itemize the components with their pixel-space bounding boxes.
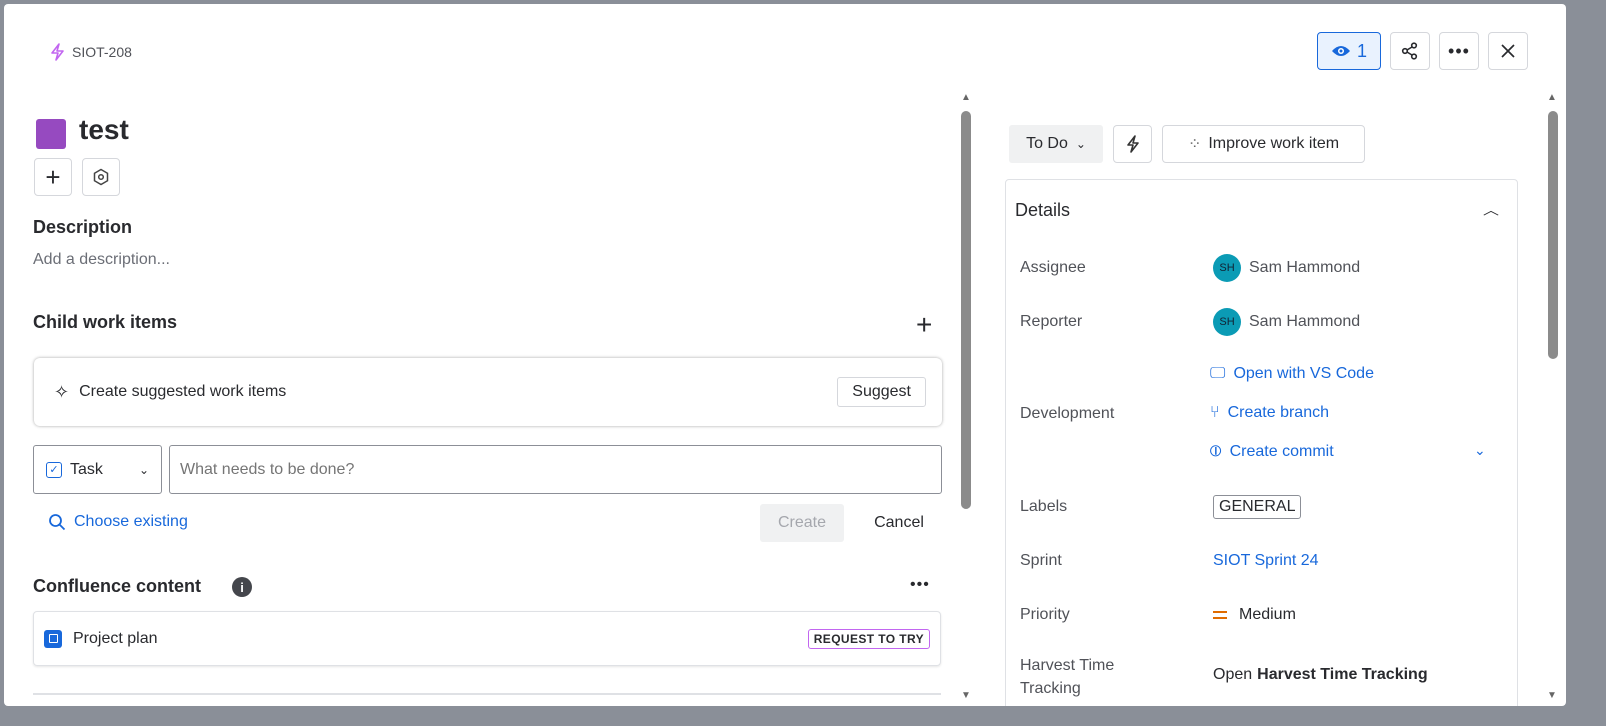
- scroll-up-arrow[interactable]: ▲: [961, 92, 971, 103]
- status-value: To Do: [1026, 135, 1068, 152]
- chevron-down-icon[interactable]: ⌄: [1474, 442, 1486, 459]
- chevron-down-icon: ⌄: [1075, 137, 1086, 151]
- sprint-label: Sprint: [1020, 552, 1062, 569]
- suggest-button[interactable]: Suggest: [837, 377, 926, 407]
- commit-label: Create commit: [1229, 443, 1334, 460]
- plus-icon: +: [916, 309, 933, 340]
- divider: [33, 693, 941, 695]
- improve-work-item-button[interactable]: ⁘ Improve work item: [1162, 125, 1365, 163]
- development-label: Development: [1020, 405, 1115, 422]
- branch-label: Create branch: [1227, 404, 1329, 421]
- create-commit-link[interactable]: ⦶ Create commit: [1210, 443, 1334, 461]
- issue-type-icon[interactable]: [36, 119, 66, 149]
- confluence-heading: Confluence content: [33, 576, 202, 596]
- left-scrollbar-thumb[interactable]: [961, 111, 971, 509]
- scroll-down-arrow[interactable]: ▼: [1547, 690, 1557, 701]
- work-item-modal: SIOT-208 1 ••• test + Description Add a …: [4, 4, 1566, 706]
- reporter-name: Sam Hammond: [1249, 313, 1361, 330]
- assignee-name: Sam Hammond: [1249, 259, 1361, 276]
- sprint-link[interactable]: SIOT Sprint 24: [1213, 552, 1319, 570]
- work-type-select[interactable]: ✓ Task ⌄: [33, 445, 162, 494]
- page-icon: [44, 629, 62, 648]
- suggest-panel: ✧ Create suggested work items Suggest: [34, 358, 942, 426]
- search-icon: [49, 514, 66, 531]
- more-actions-button[interactable]: •••: [1439, 32, 1479, 70]
- harvest-link[interactable]: Open Harvest Time Tracking: [1213, 666, 1428, 684]
- info-icon[interactable]: i: [232, 577, 252, 597]
- plus-icon: +: [45, 161, 61, 192]
- issue-key: SIOT-208: [72, 44, 132, 60]
- close-icon: [1501, 44, 1515, 58]
- issue-title[interactable]: test: [79, 114, 129, 146]
- chevron-up-icon[interactable]: ︿: [1483, 199, 1499, 218]
- priority-label: Priority: [1020, 606, 1070, 623]
- create-button[interactable]: Create: [760, 504, 844, 542]
- status-dropdown[interactable]: To Do ⌄: [1009, 125, 1103, 163]
- sparkle-icon: ⁘: [1187, 136, 1202, 153]
- lightning-icon: [51, 43, 64, 61]
- description-field[interactable]: Add a description...: [33, 251, 170, 269]
- watch-button[interactable]: 1: [1317, 32, 1381, 70]
- automation-button[interactable]: [1113, 125, 1152, 163]
- avatar: SH: [1213, 308, 1241, 336]
- lightning-icon: [1126, 135, 1139, 153]
- commit-icon: ⦶: [1210, 443, 1222, 460]
- labels-label: Labels: [1020, 498, 1068, 515]
- add-child-button[interactable]: +: [916, 309, 932, 341]
- issue-key-breadcrumb[interactable]: SIOT-208: [48, 42, 132, 62]
- request-to-try-badge[interactable]: REQUEST TO TRY: [807, 628, 930, 649]
- task-icon: ✓: [46, 461, 62, 478]
- open-vscode-link[interactable]: 🖵 Open with VS Code: [1210, 365, 1374, 383]
- branch-icon: ⑂: [1210, 404, 1220, 421]
- improve-label: Improve work item: [1208, 135, 1340, 152]
- assignee-field[interactable]: SH Sam Hammond: [1213, 254, 1360, 282]
- monitor-icon: 🖵: [1210, 365, 1226, 382]
- reporter-label: Reporter: [1020, 313, 1083, 330]
- apps-button[interactable]: [82, 158, 120, 196]
- priority-medium-icon: [1213, 611, 1227, 619]
- choose-existing-link[interactable]: Choose existing: [48, 513, 188, 531]
- cancel-button[interactable]: Cancel: [860, 504, 938, 542]
- harvest-open: Open: [1213, 666, 1253, 683]
- child-summary-input[interactable]: [169, 445, 942, 494]
- create-branch-link[interactable]: ⑂ Create branch: [1210, 404, 1329, 422]
- chevron-down-icon: ⌄: [138, 462, 149, 477]
- harvest-label: Harvest Time Tracking: [1020, 657, 1115, 697]
- details-heading[interactable]: Details: [1015, 200, 1070, 221]
- add-button[interactable]: +: [34, 158, 72, 196]
- work-type-value: Task: [70, 460, 103, 478]
- more-icon: •••: [1448, 40, 1470, 61]
- scroll-down-arrow[interactable]: ▼: [961, 690, 971, 701]
- child-items-heading: Child work items: [33, 312, 178, 332]
- confluence-more-button[interactable]: •••: [910, 576, 930, 594]
- priority-value: Medium: [1239, 606, 1296, 623]
- description-heading: Description: [33, 217, 133, 237]
- suggest-text: Create suggested work items: [79, 383, 287, 400]
- reporter-field[interactable]: SH Sam Hammond: [1213, 308, 1360, 336]
- choose-existing-label: Choose existing: [74, 513, 188, 530]
- confluence-item[interactable]: Project plan REQUEST TO TRY: [33, 611, 941, 666]
- sparkle-icon: ✧: [54, 381, 70, 402]
- priority-field[interactable]: Medium: [1213, 606, 1296, 624]
- eye-icon: [1331, 46, 1350, 56]
- vscode-label: Open with VS Code: [1233, 365, 1374, 382]
- watch-count: 1: [1356, 40, 1367, 61]
- share-button[interactable]: [1390, 32, 1430, 70]
- share-icon: [1401, 42, 1418, 60]
- right-scrollbar-thumb[interactable]: [1548, 111, 1558, 359]
- hexagon-icon: [93, 168, 109, 186]
- assignee-label: Assignee: [1020, 259, 1086, 276]
- close-button[interactable]: [1488, 32, 1528, 70]
- label-tag[interactable]: GENERAL: [1213, 495, 1302, 519]
- confluence-item-title: Project plan: [73, 629, 158, 647]
- harvest-name: Harvest Time Tracking: [1257, 666, 1428, 683]
- scroll-up-arrow[interactable]: ▲: [1547, 92, 1557, 103]
- avatar: SH: [1213, 254, 1241, 282]
